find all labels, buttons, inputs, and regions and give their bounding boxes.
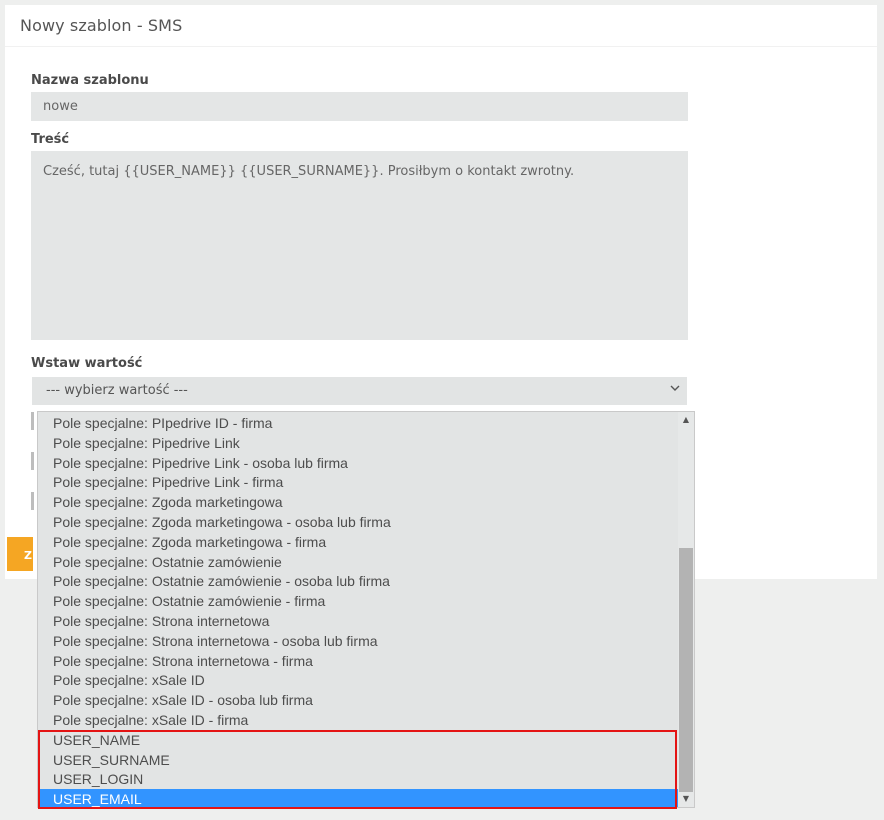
obscured-field-edge xyxy=(31,452,34,470)
dropdown-option[interactable]: Pole specjalne: Ostatnie zamówienie xyxy=(38,552,678,572)
dropdown-option[interactable]: Pole specjalne: Zgoda marketingowa xyxy=(38,492,678,512)
scrollbar-thumb[interactable] xyxy=(679,548,693,792)
chevron-down-icon xyxy=(670,385,680,391)
insert-value-dropdown-list[interactable]: ▲ ▼ Pole specjalne: PIpedrive ID - firma… xyxy=(37,411,695,808)
dropdown-option[interactable]: Pole specjalne: Pipedrive Link - osoba l… xyxy=(38,453,678,473)
dropdown-option[interactable]: Pole specjalne: xSale ID - firma xyxy=(38,710,678,730)
dropdown-option[interactable]: Pole specjalne: Ostatnie zamówienie - fi… xyxy=(38,591,678,611)
dropdown-option[interactable]: USER_LOGIN xyxy=(38,769,678,789)
dropdown-option[interactable]: USER_NAME xyxy=(38,730,678,750)
content-textarea[interactable]: Cześć, tutaj {{USER_NAME}} {{USER_SURNAM… xyxy=(31,151,688,340)
template-name-label: Nazwa szablonu xyxy=(31,73,149,88)
dropdown-option[interactable]: Pole specjalne: Zgoda marketingowa - fir… xyxy=(38,532,678,552)
dropdown-option[interactable]: USER_SURNAME xyxy=(38,750,678,770)
content-label: Treść xyxy=(31,132,70,147)
scroll-down-arrow-icon[interactable]: ▼ xyxy=(681,794,691,804)
insert-value-select[interactable]: --- wybierz wartość --- xyxy=(32,377,687,405)
card-header: Nowy szablon - SMS xyxy=(5,5,877,47)
dropdown-option[interactable]: USER_EMAIL xyxy=(38,789,678,807)
dropdown-option[interactable]: Pole specjalne: Strona internetowa - oso… xyxy=(38,631,678,651)
dropdown-option[interactable]: Pole specjalne: xSale ID xyxy=(38,670,678,690)
page-title: Nowy szablon - SMS xyxy=(20,16,183,35)
insert-value-selected: --- wybierz wartość --- xyxy=(46,383,188,398)
dropdown-option[interactable]: Pole specjalne: Strona internetowa xyxy=(38,611,678,631)
dropdown-option[interactable]: Pole specjalne: Ostatnie zamówienie - os… xyxy=(38,571,678,591)
dropdown-option[interactable]: Pole specjalne: Pipedrive Link - firma xyxy=(38,472,678,492)
template-name-input[interactable]: nowe xyxy=(31,92,688,121)
dropdown-option[interactable]: Pole specjalne: Zgoda marketingowa - oso… xyxy=(38,512,678,532)
obscured-field-edge xyxy=(31,492,34,510)
dropdown-option[interactable]: Pole specjalne: xSale ID - osoba lub fir… xyxy=(38,690,678,710)
obscured-field-edge xyxy=(31,412,34,430)
dropdown-option[interactable]: Pole specjalne: Pipedrive Link xyxy=(38,433,678,453)
dropdown-option[interactable]: Pole specjalne: PIpedrive ID - firma xyxy=(38,413,678,433)
insert-value-label: Wstaw wartość xyxy=(31,356,143,371)
dropdown-option[interactable]: Pole specjalne: Strona internetowa - fir… xyxy=(38,651,678,671)
scroll-up-arrow-icon[interactable]: ▲ xyxy=(681,415,691,425)
save-button-label: Z xyxy=(24,549,32,562)
save-button[interactable]: Z xyxy=(7,537,33,571)
